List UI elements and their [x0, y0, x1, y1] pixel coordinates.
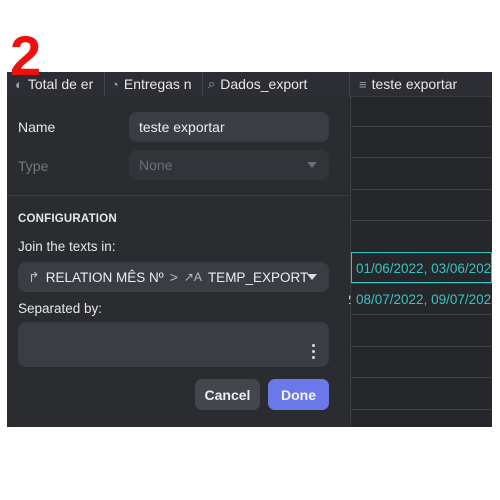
grid-divider	[350, 189, 492, 190]
grid-divider	[350, 126, 492, 127]
table-cell[interactable]: 01/06/2022, 03/06/2022	[356, 254, 492, 282]
step-number-annotation: 2	[10, 24, 42, 87]
grid-divider	[350, 157, 492, 158]
join-path-second: TEMP_EXPORT	[207, 269, 309, 285]
cell-value: 01/06/2022, 03/06/2022	[356, 260, 492, 276]
relation-arrow-icon: ↱	[28, 268, 40, 285]
column-header-bar: ◐ Total de er ◔ Entregas n ⌕ Dados_expor…	[7, 72, 492, 97]
column-divider[interactable]	[202, 72, 203, 96]
chevron-down-icon	[307, 162, 317, 168]
data-grid: 01/06/2022, 03/06/2022 2 08/07/2022, 09/…	[344, 96, 492, 427]
done-button[interactable]: Done	[268, 379, 329, 410]
configuration-heading: CONFIGURATION	[18, 213, 117, 225]
name-input[interactable]: teste exportar	[129, 112, 329, 142]
table-cell[interactable]: 2 08/07/2022, 09/07/2022	[344, 285, 492, 313]
column-divider[interactable]	[104, 72, 105, 96]
join-path-chain: ↱ RELATION MÊS Nº > ↗A TEMP_EXPORT	[28, 269, 308, 286]
grid-divider	[350, 314, 492, 315]
separated-by-label: Separated by:	[18, 301, 103, 316]
text-type-icon: ↗A	[183, 270, 202, 284]
column-header-dados-export[interactable]: ⌕ Dados_export	[208, 72, 348, 96]
grid-divider	[350, 346, 492, 347]
column-header-entregas[interactable]: ◔ Entregas n	[111, 72, 202, 96]
name-label: Name	[18, 119, 56, 135]
join-path-first: RELATION MÊS Nº	[45, 269, 164, 285]
column-label: Entregas n	[123, 76, 192, 92]
grid-divider	[350, 409, 492, 410]
column-label: teste exportar	[371, 76, 458, 92]
column-config-dialog: Name teste exportar Type None CONFIGURAT…	[7, 96, 349, 427]
join-path-select[interactable]: ↱ RELATION MÊS Nº > ↗A TEMP_EXPORT	[18, 262, 329, 292]
type-select-value: None	[139, 157, 173, 173]
column-label: Dados_export	[220, 76, 308, 92]
text-lines-icon: ≡	[359, 76, 367, 92]
clock-icon: ◔	[111, 76, 119, 92]
type-label: Type	[18, 158, 49, 174]
column-divider[interactable]	[349, 72, 350, 96]
chevron-down-icon	[307, 274, 317, 280]
grid-divider	[350, 283, 492, 284]
app-screenshot: ◐ Total de er ◔ Entregas n ⌕ Dados_expor…	[7, 72, 492, 427]
section-divider	[7, 195, 349, 196]
search-user-icon: ⌕	[208, 76, 216, 91]
type-select[interactable]: None	[129, 150, 329, 180]
column-header-teste-exportar[interactable]: ≡ teste exportar	[359, 72, 492, 96]
more-options-icon[interactable]	[312, 344, 316, 359]
join-texts-label: Join the texts in:	[18, 239, 116, 254]
name-input-value: teste exportar	[139, 119, 225, 135]
cell-value: 08/07/2022, 09/07/2022	[356, 291, 492, 307]
grid-divider	[350, 220, 492, 221]
grid-divider	[350, 377, 492, 378]
path-separator: >	[169, 269, 178, 285]
cancel-button[interactable]: Cancel	[195, 379, 260, 410]
separator-input[interactable]	[18, 322, 329, 367]
